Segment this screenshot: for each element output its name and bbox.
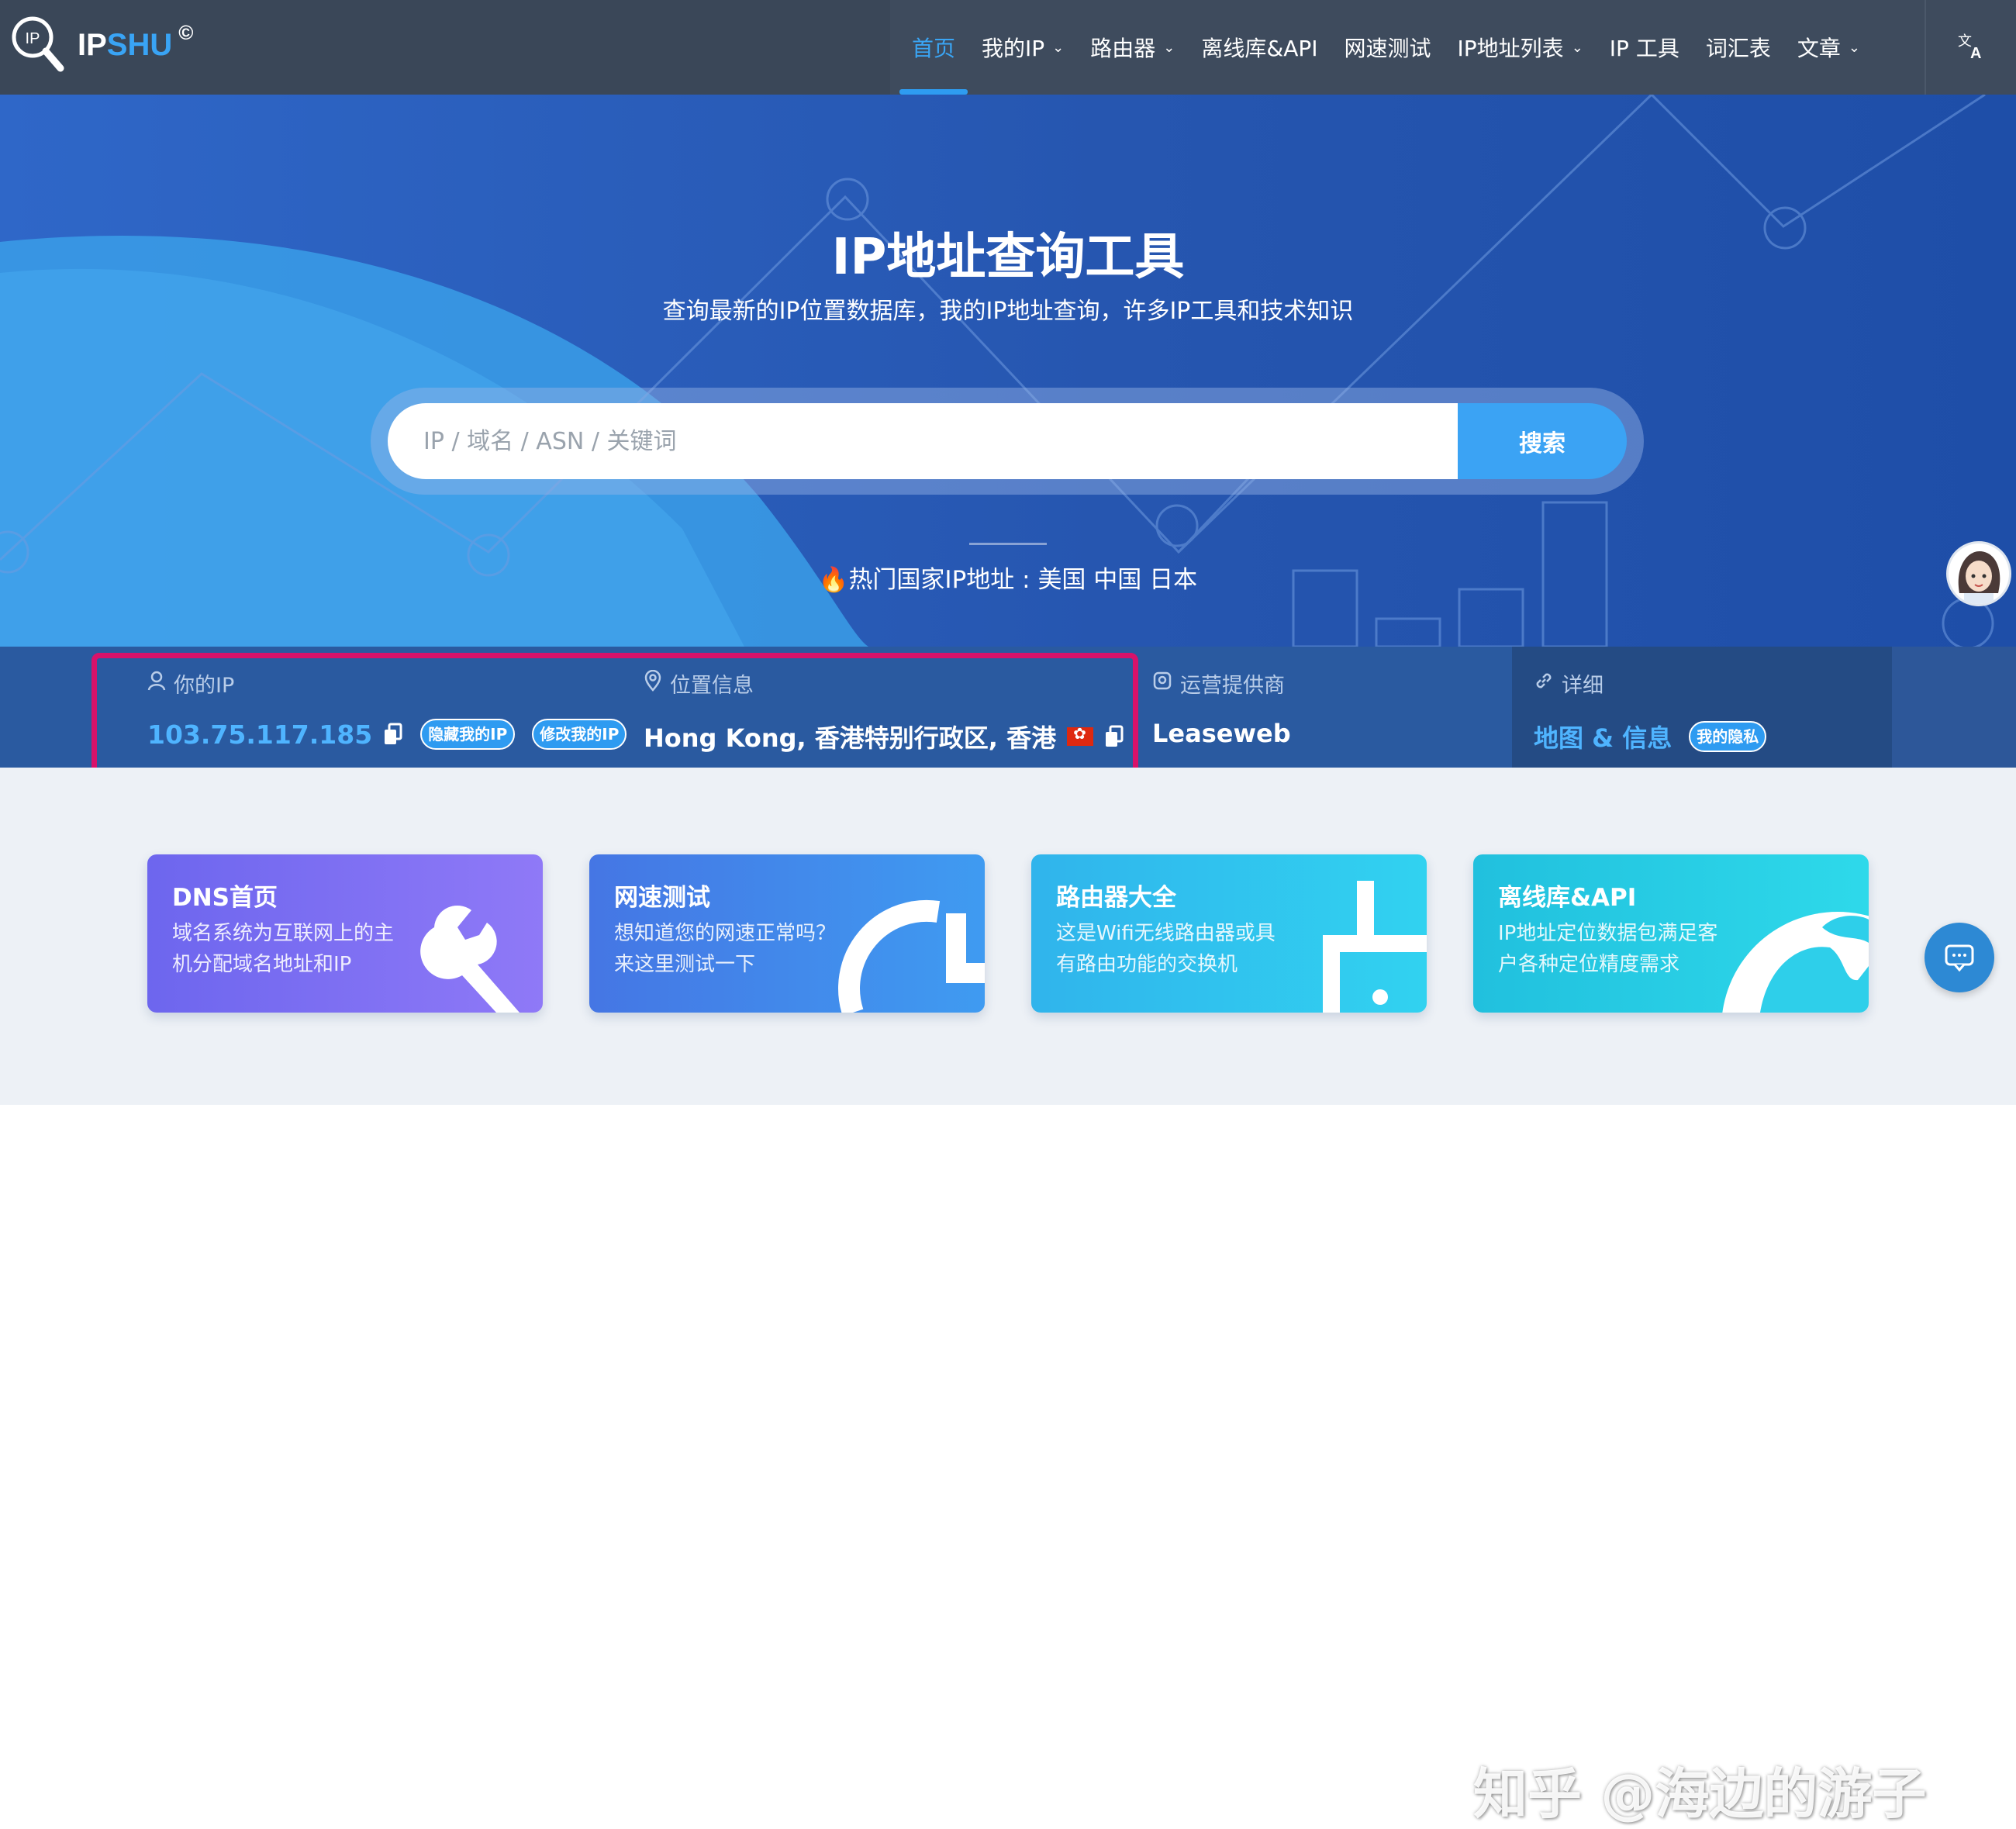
fire-icon: 🔥 — [818, 566, 849, 594]
logo-shu: SHU — [106, 27, 173, 62]
nav-item-offline-api[interactable]: 离线库&API — [1201, 0, 1317, 95]
hero-section: IP地址查询工具 查询最新的IP位置数据库，我的IP地址查询，许多IP工具和技术… — [0, 95, 2016, 647]
chat-bubble-icon — [1945, 944, 1974, 971]
top-navbar: IP IPSHU © 首页 我的IP ⌄ 路由器 ⌄ 离线库&API 网速测试 … — [0, 0, 2016, 95]
card-dns[interactable]: DNS首页 域名系统为互联网上的主机分配域名地址和IP — [147, 854, 543, 1013]
main-nav: 首页 我的IP ⌄ 路由器 ⌄ 离线库&API 网速测试 IP地址列表 ⌄ IP… — [899, 0, 1887, 95]
hot-countries: 🔥热门国家IP地址 : 美国 中国 日本 — [0, 560, 2016, 595]
magnifier-logo-icon: IP — [9, 14, 65, 76]
detail-section: 详细 地图 & 信息 我的隐私 — [1534, 668, 1767, 754]
search-button[interactable]: 搜索 — [1458, 403, 1627, 479]
translate-icon: 文 A — [1956, 30, 1987, 64]
site-logo[interactable]: IP IPSHU © — [9, 14, 193, 76]
chevron-down-icon: ⌄ — [1052, 39, 1065, 56]
logo-ip: IP — [78, 27, 107, 62]
svg-text:A: A — [1970, 45, 1981, 61]
card-router[interactable]: 路由器大全 这是Wifi无线路由器或具有路由功能的交换机 — [1031, 854, 1427, 1013]
wrench-icon — [420, 905, 520, 1013]
search-input[interactable] — [388, 403, 1459, 479]
card-description: 想知道您的网速正常吗？来这里测试一下 — [614, 922, 837, 976]
nav-label: 网速测试 — [1344, 36, 1431, 61]
card-speed-test[interactable]: 网速测试 想知道您的网速正常吗？来这里测试一下 — [589, 854, 985, 1013]
card-title: 离线库&API — [1498, 884, 1637, 912]
zhihu-watermark: 知乎 @海边的游子 — [1473, 1762, 1927, 1826]
card-offline-api[interactable]: 离线库&API IP地址定位数据包满足客户各种定位精度需求 — [1473, 854, 1869, 1013]
chevron-down-icon: ⌄ — [1163, 39, 1175, 56]
hot-prefix: 热门国家IP地址 : — [848, 566, 1038, 594]
chat-support-button[interactable] — [1925, 923, 1994, 992]
isp-value-row: Leaseweb — [1152, 719, 1291, 748]
hero-title: IP地址查询工具 — [831, 229, 1185, 286]
card-description: IP地址定位数据包满足客户各种定位精度需求 — [1498, 922, 1718, 976]
nav-item-ip-tools[interactable]: IP 工具 — [1610, 0, 1679, 95]
nav-item-articles[interactable]: 文章 ⌄ — [1797, 0, 1860, 95]
speed-gauge-icon — [838, 899, 985, 1013]
nav-label: IP地址列表 — [1457, 36, 1564, 61]
nav-item-speed-test[interactable]: 网速测试 — [1345, 0, 1431, 95]
chevron-down-icon: ⌄ — [1571, 39, 1583, 56]
nav-label: 首页 — [912, 36, 956, 61]
nav-item-glossary[interactable]: 词汇表 — [1706, 0, 1771, 95]
map-and-info-link[interactable]: 地图 & 信息 — [1534, 719, 1672, 754]
search-bar: 搜索 — [371, 388, 1644, 495]
nav-item-router[interactable]: 路由器 ⌄ — [1090, 0, 1175, 95]
nav-label: 离线库&API — [1201, 36, 1318, 61]
nav-label: 我的IP — [982, 36, 1045, 61]
nav-item-ip-list[interactable]: IP地址列表 ⌄ — [1458, 0, 1583, 95]
hero-subtitle: 查询最新的IP位置数据库，我的IP地址查询，许多IP工具和技术知识 — [662, 298, 1354, 325]
avatar-face-icon — [1958, 551, 2000, 604]
detail-value-row: 地图 & 信息 我的隐私 — [1534, 719, 1767, 754]
nav-item-home[interactable]: 首页 — [899, 0, 968, 95]
feature-section: DNS首页 域名系统为互联网上的主机分配域名地址和IP 网速测试 想知道您的网速… — [0, 768, 2016, 1826]
detail-label-text: 详细 — [1562, 674, 1603, 698]
isp-value: Leaseweb — [1152, 719, 1291, 748]
nav-label: 词汇表 — [1705, 36, 1771, 61]
logo-wordmark: IPSHU — [78, 28, 172, 63]
card-title: DNS首页 — [172, 884, 278, 912]
isp-pin-icon — [1152, 671, 1172, 696]
isp-label-text: 运营提供商 — [1180, 674, 1285, 698]
hot-country-link-jp[interactable]: 日本 — [1149, 566, 1197, 594]
detail-label: 详细 — [1534, 668, 1766, 699]
hot-country-link-us[interactable]: 美国 — [1037, 566, 1086, 594]
router-icon — [1323, 881, 1427, 1013]
my-privacy-button[interactable]: 我的隐私 — [1689, 721, 1767, 752]
hot-country-link-cn[interactable]: 中国 — [1093, 566, 1141, 594]
svg-text:IP: IP — [26, 30, 40, 47]
card-description: 这是Wifi无线路由器或具有路由功能的交换机 — [1056, 922, 1276, 976]
isp-section: 运营提供商 Leaseweb — [1152, 668, 1291, 748]
language-switch-button[interactable]: 文 A — [1925, 0, 2016, 95]
card-description: 域名系统为互联网上的主机分配域名地址和IP — [172, 922, 395, 976]
isp-label: 运营提供商 — [1152, 668, 1291, 699]
highlight-box — [91, 653, 1138, 785]
nav-label: 路由器 — [1090, 36, 1156, 61]
card-title: 路由器大全 — [1056, 884, 1176, 912]
active-tab-underline — [899, 89, 968, 95]
link-icon — [1534, 671, 1554, 696]
nav-label: 文章 — [1797, 36, 1841, 61]
assistant-avatar[interactable] — [1946, 541, 2011, 606]
globe-icon — [1722, 912, 1869, 1013]
chevron-down-icon: ⌄ — [1848, 39, 1860, 56]
card-title: 网速测试 — [614, 884, 710, 912]
nav-label: IP 工具 — [1609, 36, 1679, 61]
copyright-mark: © — [178, 20, 194, 44]
hero-divider — [969, 543, 1047, 545]
nav-item-my-ip[interactable]: 我的IP ⌄ — [982, 0, 1064, 95]
